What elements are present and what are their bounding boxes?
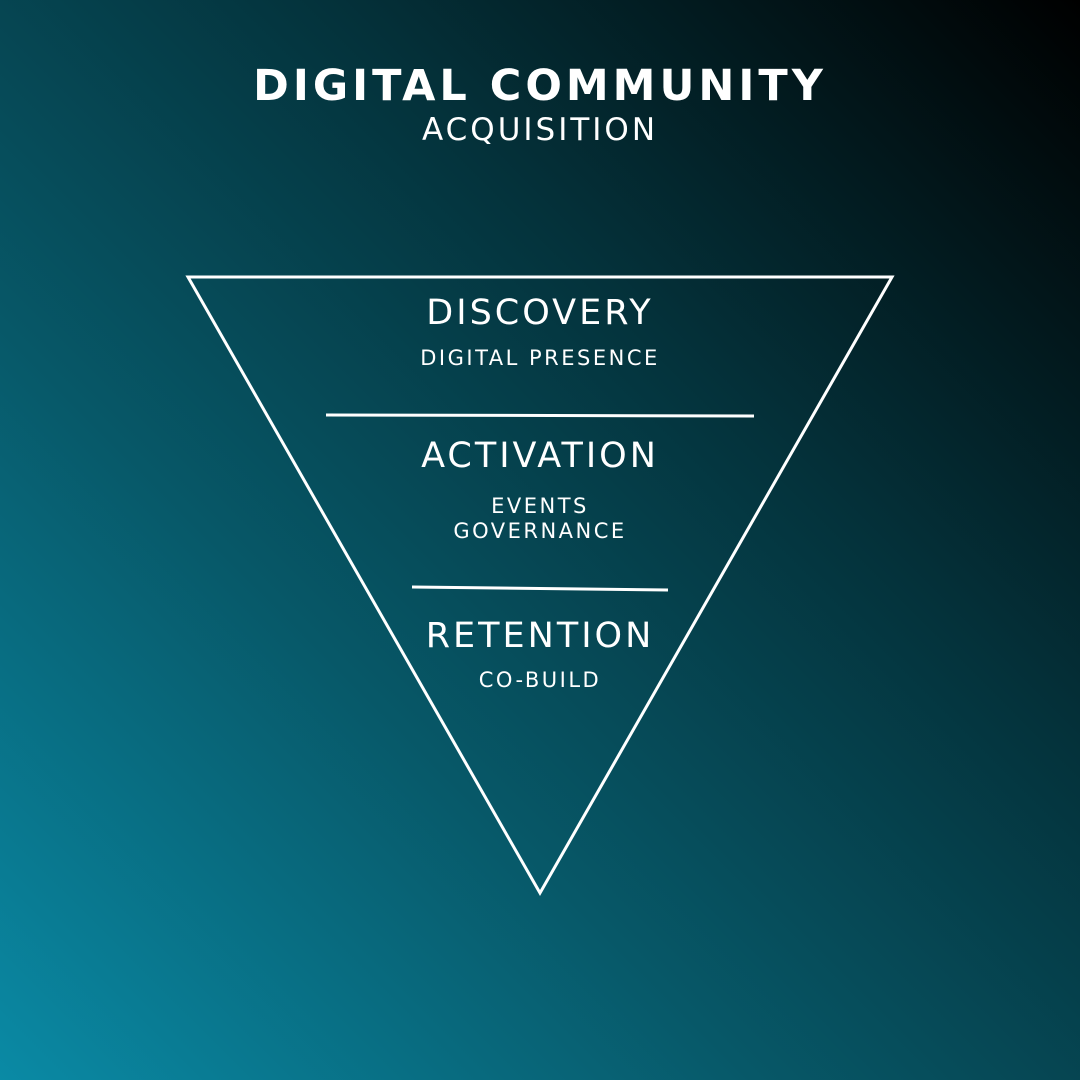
stage-retention-title: RETENTION [425, 616, 655, 656]
stage-activation-item-governance: GOVERNANCE [453, 519, 627, 543]
stage-discovery-item: DIGITAL PRESENCE [420, 346, 660, 370]
stage-retention-item: CO-BUILD [478, 668, 602, 692]
stage-divider-2 [411, 585, 669, 592]
stage-discovery-title: DISCOVERY [426, 293, 654, 333]
stage-activation-title: ACTIVATION [421, 436, 659, 476]
stage-activation-item-events: EVENTS [491, 494, 589, 518]
stage-divider-1 [325, 413, 755, 418]
